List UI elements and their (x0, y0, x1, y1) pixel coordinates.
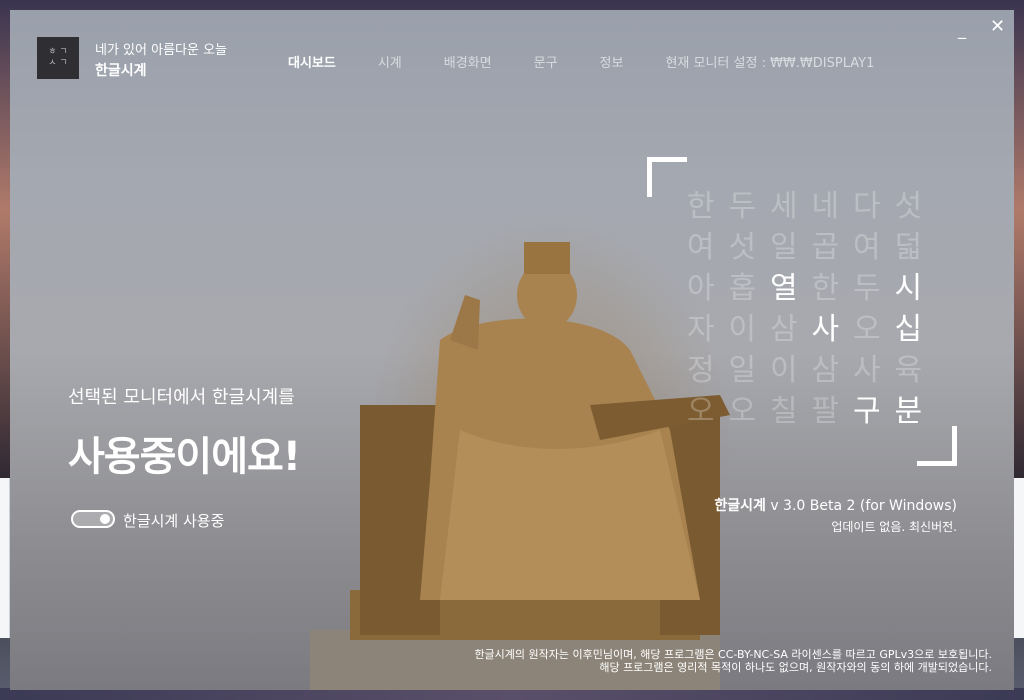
update-status: 업데이트 없음. 최신버전. (831, 520, 957, 534)
minimize-button[interactable]: _ (958, 20, 966, 39)
clock-cell: 열 (769, 271, 798, 306)
clock-cell: 오 (686, 394, 715, 429)
clock-cell: 육 (894, 353, 923, 388)
clock-cell: 다 (852, 189, 881, 224)
clock-cell: 시 (894, 271, 923, 306)
clock-cell: 일 (769, 230, 798, 265)
clock-cell: 삼 (811, 353, 840, 388)
clock-cell: 분 (894, 394, 923, 429)
logo-text-bottom: ㅅ ㄱ (48, 58, 68, 68)
tab-dashboard[interactable]: 대시보드 (288, 52, 336, 71)
monitor-setting-link[interactable]: 현재 모니터 설정 : ₩₩.₩DISPLAY1 (665, 52, 874, 71)
clock-cell: 홉 (728, 271, 757, 306)
clock-cell: 곱 (811, 230, 840, 265)
clock-cell: 십 (894, 312, 923, 347)
close-button[interactable]: ✕ (990, 16, 1005, 37)
version-info: 한글시계 v 3.0 Beta 2 (for Windows) (714, 495, 957, 515)
app-subtitle: 네가 있어 아름다운 오늘 (95, 43, 227, 58)
enable-toggle[interactable] (71, 510, 115, 528)
desktop-background-left (0, 478, 10, 638)
main-nav: 대시보드 시계 배경화면 문구 정보 현재 모니터 설정 : ₩₩.₩DISPL… (288, 52, 874, 71)
clock-cell: 한 (811, 271, 840, 306)
status-headline: 사용중이에요! (68, 434, 301, 480)
clock-cell: 섯 (894, 189, 923, 224)
tab-clock[interactable]: 시계 (378, 52, 402, 71)
clock-cell: 사 (811, 312, 840, 347)
clock-cell: 덟 (894, 230, 923, 265)
credits: 한글시계의 원작자는 이후민님이며, 해당 프로그램은 CC-BY-NC-SA … (474, 648, 992, 674)
clock-cell: 사 (852, 353, 881, 388)
status-caption: 선택된 모니터에서 한글시계를 (68, 387, 295, 408)
clock-cell: 세 (769, 189, 798, 224)
clock-cell: 아 (686, 271, 715, 306)
tab-wallpaper[interactable]: 배경화면 (444, 52, 492, 71)
tab-phrases[interactable]: 문구 (534, 52, 558, 71)
clock-cell: 네 (811, 189, 840, 224)
clock-cell: 한 (686, 189, 715, 224)
clock-cell: 두 (852, 271, 881, 306)
desktop-background-right (1014, 478, 1024, 638)
clock-cell: 일 (728, 353, 757, 388)
clock-frame-corner-bottom-right (917, 426, 957, 466)
clock-cell: 여 (686, 230, 715, 265)
clock-cell: 이 (728, 312, 757, 347)
clock-cell: 정 (686, 353, 715, 388)
clock-cell: 오 (728, 394, 757, 429)
tab-info[interactable]: 정보 (600, 52, 624, 71)
clock-cell: 삼 (769, 312, 798, 347)
toggle-knob (100, 514, 110, 524)
credits-line-2: 해당 프로그램은 영리적 목적이 하나도 없으며, 원작자와의 동의 하에 개발… (599, 661, 992, 674)
clock-cell: 팔 (811, 394, 840, 429)
clock-cell: 구 (852, 394, 881, 429)
clock-cell: 섯 (728, 230, 757, 265)
app-window: ㅎ ㄱ ㅅ ㄱ 네가 있어 아름다운 오늘 한글시계 대시보드 시계 배경화면 … (10, 10, 1014, 690)
version-app-name: 한글시계 (714, 498, 766, 514)
app-logo: ㅎ ㄱ ㅅ ㄱ (37, 37, 79, 79)
clock-cell: 오 (852, 312, 881, 347)
hangul-clock-grid: 한두세네다섯여섯일곱여덟아홉열한두시자이삼사오십정일이삼사육오오칠팔구분 (680, 186, 929, 432)
clock-cell: 두 (728, 189, 757, 224)
version-number: v 3.0 Beta 2 (for Windows) (765, 498, 957, 514)
clock-cell: 자 (686, 312, 715, 347)
credits-line-1: 한글시계의 원작자는 이후민님이며, 해당 프로그램은 CC-BY-NC-SA … (474, 648, 992, 661)
toggle-label: 한글시계 사용중 (123, 512, 225, 530)
app-title: 한글시계 (95, 63, 147, 79)
clock-cell: 이 (769, 353, 798, 388)
logo-text-top: ㅎ ㄱ (48, 47, 68, 57)
clock-cell: 여 (852, 230, 881, 265)
clock-cell: 칠 (769, 394, 798, 429)
